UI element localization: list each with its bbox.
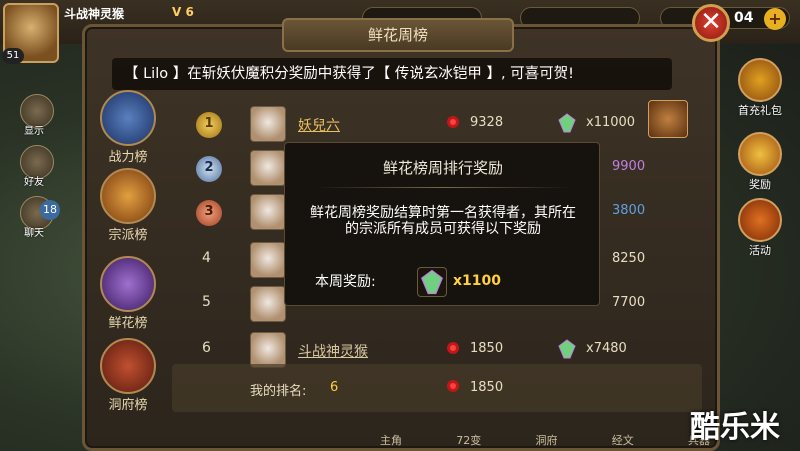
- crystal-icon: [558, 339, 576, 359]
- panel-title: 鲜花周榜: [282, 18, 514, 52]
- display-label: 显示: [24, 126, 44, 137]
- flower-count: 9328: [470, 115, 504, 130]
- tab-flower[interactable]: 鲜花榜: [88, 256, 168, 331]
- tab-sect-label: 宗派榜: [108, 228, 148, 243]
- reward-count: 8250: [612, 251, 646, 266]
- avatar[interactable]: [250, 242, 286, 278]
- nav-scriptures[interactable]: 经文: [612, 432, 634, 448]
- tab-sect[interactable]: 宗派榜: [88, 168, 168, 243]
- dialog-divider: [315, 187, 571, 188]
- rank-silver-badge: 2: [196, 156, 222, 182]
- my-rank-bar: 我的排名: 6 1850: [172, 364, 702, 412]
- avatar[interactable]: [250, 150, 286, 186]
- bottom-nav: 主角 72变 洞府 经文 兵器: [380, 432, 710, 448]
- player-name: 斗战神灵猴: [64, 7, 125, 21]
- reward-count: x11000: [586, 115, 636, 130]
- nav-cave[interactable]: 洞府: [536, 432, 558, 448]
- table-row[interactable]: 1 妖兒六 9328 x11000: [172, 102, 702, 144]
- rank-gold-badge: 1: [196, 112, 222, 138]
- crystal-icon: [417, 267, 447, 297]
- watermark: 酷乐米: [690, 410, 780, 445]
- tab-flower-label: 鲜花榜: [108, 316, 148, 331]
- rose-icon: [447, 116, 459, 128]
- reward-count: x7480: [586, 341, 627, 356]
- right-side-menu: 首充礼包 奖励 活动: [738, 58, 782, 258]
- first-charge-gift-icon[interactable]: [738, 58, 782, 102]
- dialog-reward-label: 本周奖励:: [315, 274, 376, 290]
- player-level-badge: 51: [2, 48, 24, 64]
- avatar[interactable]: [250, 194, 286, 230]
- rank-bronze-badge: 3: [196, 200, 222, 226]
- dialog-reward-count: x1100: [453, 273, 501, 289]
- friends-label: 好友: [24, 177, 44, 188]
- tab-cave[interactable]: 洞府榜: [88, 338, 168, 413]
- chat-badge: 18: [40, 200, 60, 220]
- player-name-link[interactable]: 妖兒六: [298, 115, 340, 135]
- my-flower-count: 1850: [470, 380, 504, 395]
- reward-label: 奖励: [749, 178, 771, 191]
- cave-palace-icon: [100, 338, 156, 394]
- my-rank-value: 6: [330, 380, 339, 395]
- treasure-chest-icon[interactable]: [648, 100, 688, 138]
- avatar[interactable]: [250, 332, 286, 368]
- tab-power-label: 战力榜: [108, 150, 148, 165]
- first-charge-label: 首充礼包: [738, 104, 782, 117]
- add-gem-button[interactable]: +: [764, 8, 786, 30]
- broadcast-banner: 【 Lilo 】在斩妖伏魔积分奖励中获得了【 传说玄冰铠甲 】, 可喜可贺!: [112, 58, 672, 90]
- reward-count: 7700: [612, 295, 646, 310]
- chat-label: 聊天: [24, 228, 44, 239]
- rank-number: 6: [202, 340, 211, 356]
- flower-count: 1850: [470, 341, 504, 356]
- crossed-swords-icon: [100, 90, 156, 146]
- rose-icon: [447, 342, 459, 354]
- my-rank-label: 我的排名:: [250, 384, 307, 399]
- tab-power[interactable]: 战力榜: [88, 90, 168, 165]
- event-icon[interactable]: [738, 198, 782, 242]
- dialog-body: 鲜花周榜奖励结算时第一名获得者，其所在的宗派所有成员可获得以下奖励: [310, 205, 576, 237]
- reward-dialog: 鲜花榜周排行奖励 鲜花周榜奖励结算时第一名获得者，其所在的宗派所有成员可获得以下…: [284, 142, 600, 306]
- avatar[interactable]: [250, 106, 286, 142]
- event-label: 活动: [749, 244, 771, 257]
- reward-count: 3800: [612, 203, 646, 218]
- tab-cave-label: 洞府榜: [108, 398, 148, 413]
- rose-icon: [447, 380, 459, 392]
- crystal-icon: [558, 113, 576, 133]
- flower-scroll-icon: [100, 256, 156, 312]
- nav-hero[interactable]: 主角: [380, 432, 402, 448]
- reward-icon[interactable]: [738, 132, 782, 176]
- player-name-link[interactable]: 斗战神灵猴: [298, 341, 368, 361]
- dialog-title: 鲜花榜周排行奖励: [382, 159, 503, 177]
- rank-number: 5: [202, 294, 211, 310]
- avatar[interactable]: [250, 286, 286, 322]
- close-button[interactable]: ✕: [692, 4, 730, 42]
- vip-badge: V 6: [172, 5, 194, 19]
- rank-number: 4: [202, 250, 211, 266]
- gem-count: 04: [734, 10, 754, 26]
- sect-emblem-icon: [100, 168, 156, 224]
- nav-72-transformations[interactable]: 72变: [456, 432, 481, 448]
- reward-count: 9900: [612, 159, 646, 174]
